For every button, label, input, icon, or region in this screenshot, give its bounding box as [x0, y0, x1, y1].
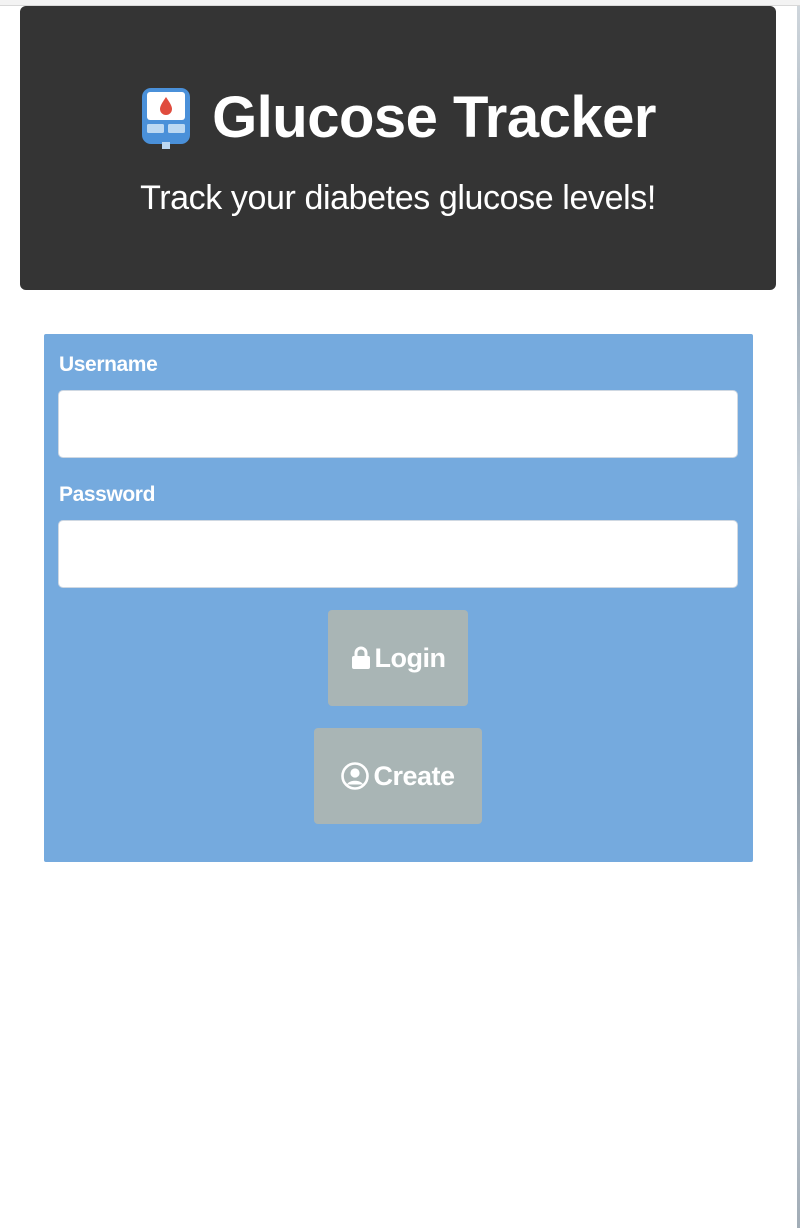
- app-header: Glucose Tracker Track your diabetes gluc…: [20, 6, 776, 290]
- login-button-label: Login: [374, 642, 446, 673]
- password-input[interactable]: [58, 520, 738, 588]
- login-form: Username Password Login Create: [44, 334, 753, 862]
- lock-icon: [351, 646, 370, 669]
- create-button[interactable]: Create: [314, 728, 482, 824]
- create-button-label: Create: [373, 760, 455, 791]
- title-row: Glucose Tracker: [20, 86, 776, 150]
- glucose-meter-icon: [142, 88, 191, 149]
- app-subtitle: Track your diabetes glucose levels!: [140, 179, 656, 217]
- password-label: Password: [59, 483, 156, 506]
- username-input[interactable]: [58, 390, 738, 458]
- login-button[interactable]: Login: [328, 610, 468, 706]
- username-label: Username: [59, 353, 158, 376]
- user-circle-icon: [341, 762, 370, 790]
- app-title: Glucose Tracker: [212, 85, 656, 150]
- page: Glucose Tracker Track your diabetes gluc…: [0, 0, 800, 1228]
